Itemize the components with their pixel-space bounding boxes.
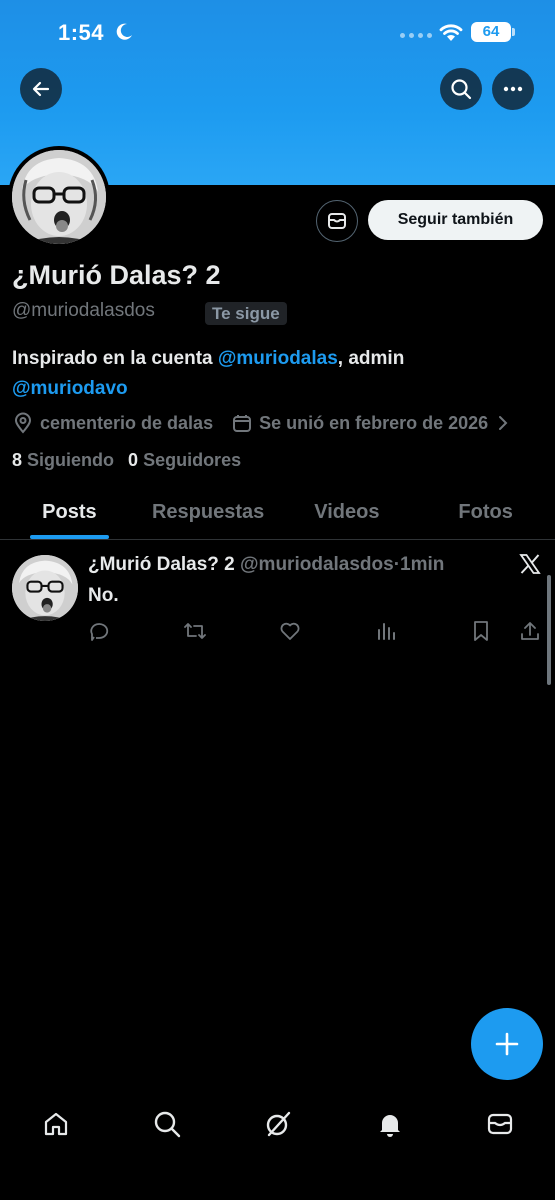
back-arrow-icon: [32, 81, 50, 97]
tab-photos[interactable]: Fotos: [416, 488, 555, 539]
bio-text: Inspirado en la cuenta: [12, 348, 218, 369]
views-button[interactable]: [374, 619, 398, 643]
signal-icon: [400, 33, 432, 38]
heart-icon: [280, 622, 300, 640]
share-icon: [521, 622, 539, 640]
tab-posts[interactable]: Posts: [0, 488, 139, 539]
scrollbar[interactable]: [547, 575, 551, 685]
compose-post-button[interactable]: [471, 1008, 543, 1080]
more-icon: [503, 86, 523, 92]
message-button[interactable]: [316, 200, 358, 242]
profile-tabs: Posts Respuestas Videos Fotos: [0, 488, 555, 540]
profile-joined-date: Se unió en febrero de 2026: [259, 412, 489, 433]
location-pin-icon: [14, 412, 32, 434]
envelope-icon: [487, 1113, 513, 1135]
nav-grok[interactable]: [262, 1108, 294, 1140]
profile-bio: Inspirado en la cuenta @muriodalas, admi…: [12, 344, 532, 404]
like-button[interactable]: [278, 619, 302, 643]
bio-mention-link[interactable]: @muriodavo: [12, 378, 128, 399]
share-button[interactable]: [518, 619, 542, 643]
bio-mention-link[interactable]: @muriodalas: [218, 348, 338, 369]
tab-videos[interactable]: Videos: [278, 488, 417, 539]
search-icon: [154, 1111, 181, 1138]
chevron-right-icon[interactable]: [496, 414, 510, 432]
post-author-handle[interactable]: @muriodalasdos: [240, 554, 394, 575]
avatar-photo: [12, 555, 78, 621]
calendar-icon: [233, 415, 252, 432]
post-text: No.: [88, 585, 119, 606]
nav-search[interactable]: [151, 1108, 183, 1140]
reply-button[interactable]: [87, 619, 111, 643]
follows-you-badge: Te sigue: [205, 302, 287, 325]
x-logo-icon[interactable]: [519, 553, 541, 575]
followers-label: Seguidores: [143, 450, 242, 470]
profile-display-name: ¿Murió Dalas? 2: [12, 260, 221, 290]
wifi-icon: [439, 24, 463, 41]
more-options-button[interactable]: [492, 68, 534, 110]
profile-handle: @muriodalasdos: [12, 300, 155, 321]
reply-icon: [90, 623, 109, 641]
post-avatar[interactable]: [12, 555, 78, 621]
following-count: 8: [12, 450, 23, 470]
nav-messages[interactable]: [484, 1108, 516, 1140]
post-author-name[interactable]: ¿Murió Dalas? 2: [88, 554, 235, 575]
back-button[interactable]: [20, 68, 62, 110]
search-button[interactable]: [440, 68, 482, 110]
profile-avatar[interactable]: [8, 146, 110, 248]
envelope-icon: [328, 213, 346, 229]
search-icon: [451, 79, 472, 100]
home-icon: [44, 1112, 68, 1136]
follow-back-button[interactable]: Seguir también: [368, 200, 543, 240]
bookmark-button[interactable]: [469, 619, 493, 643]
followers-count: 0: [128, 450, 139, 470]
followers-link[interactable]: 0 Seguidores: [128, 450, 241, 471]
repost-button[interactable]: [183, 619, 207, 643]
profile-location: cementerio de dalas: [40, 412, 214, 433]
tab-replies[interactable]: Respuestas: [139, 488, 278, 539]
nav-home[interactable]: [40, 1108, 72, 1140]
post-header: ¿Murió Dalas? 2 @muriodalasdos·1min: [88, 554, 444, 576]
moon-icon: [116, 23, 132, 40]
bookmark-icon: [474, 621, 488, 641]
analytics-icon: [378, 623, 395, 640]
nav-notifications[interactable]: [374, 1108, 406, 1140]
profile-meta: cementerio de dalas Se unió en febrero d…: [12, 410, 547, 436]
post-timestamp[interactable]: 1min: [400, 554, 444, 575]
status-time: 1:54: [58, 20, 105, 45]
bell-icon: [380, 1115, 400, 1137]
follow-counts: 8 Siguiendo 0 Seguidores: [12, 450, 241, 471]
bio-text: , admin: [337, 348, 405, 369]
following-link[interactable]: 8 Siguiendo: [12, 450, 114, 471]
post-item[interactable]: ¿Murió Dalas? 2 @muriodalasdos·1min No.: [0, 541, 555, 661]
repost-icon: [184, 623, 206, 639]
grok-icon: [266, 1111, 291, 1137]
plus-icon: [495, 1032, 519, 1056]
avatar-photo: [12, 150, 106, 244]
battery-indicator: 64: [471, 22, 515, 42]
following-label: Siguiendo: [27, 450, 115, 470]
status-bar: 1:54 64: [0, 0, 555, 66]
